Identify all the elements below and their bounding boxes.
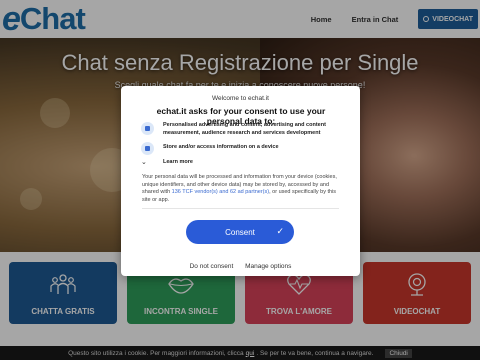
- purpose-text: Personalised advertising and content, ad…: [163, 122, 326, 136]
- consent-dialog: Welcome to echat.it echat.it asks for yo…: [121, 86, 360, 276]
- vendors-link[interactable]: 136 TCF vendor(s) and 62 ad partner(s): [172, 189, 269, 195]
- person-icon: [141, 122, 154, 135]
- consent-secondary-actions: Do not consent Manage options: [121, 263, 360, 270]
- consent-button-label: Consent: [225, 227, 255, 237]
- purpose-text: Store and/or access information on a dev…: [163, 144, 279, 150]
- do-not-consent-link[interactable]: Do not consent: [190, 263, 234, 270]
- divider: [142, 208, 339, 209]
- chevron-down-icon[interactable]: ⌄: [141, 158, 147, 166]
- consent-body: Your personal data will be processed and…: [142, 174, 342, 204]
- manage-options-link[interactable]: Manage options: [245, 263, 291, 270]
- check-icon: ✓: [276, 226, 284, 236]
- device-icon: [141, 142, 154, 155]
- consent-welcome: Welcome to echat.it: [212, 95, 269, 102]
- consent-button[interactable]: Consent ✓: [186, 220, 294, 244]
- learn-more-toggle[interactable]: Learn more: [163, 159, 193, 165]
